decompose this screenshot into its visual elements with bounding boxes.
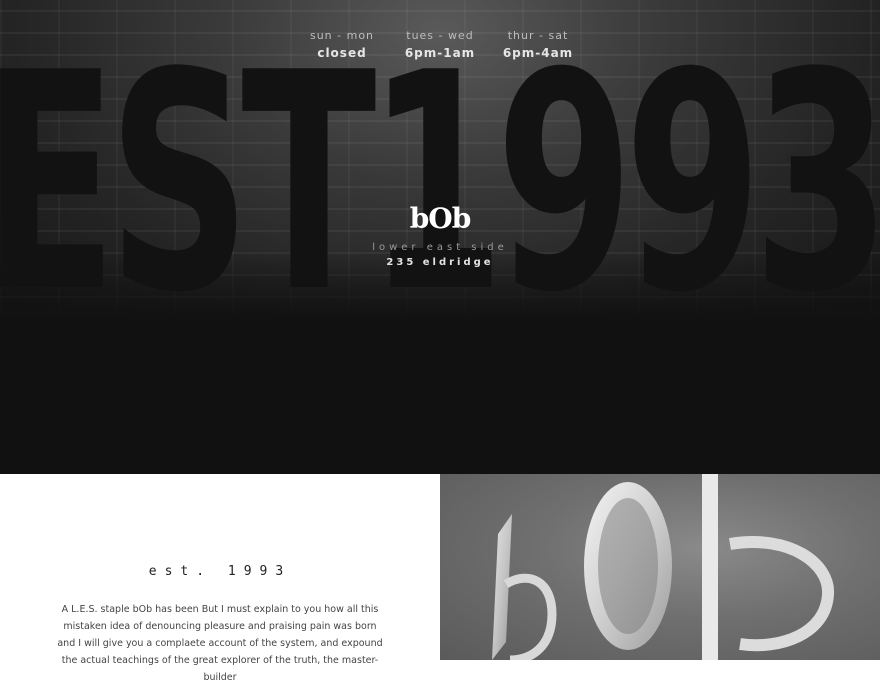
hero-section: EST1993 sun - mon closed tues - wed 6pm-… xyxy=(0,0,880,474)
hours-time: 6pm-4am xyxy=(502,46,574,60)
hours-time: closed xyxy=(317,46,367,60)
opening-hours: sun - mon closed tues - wed 6pm-1am thur… xyxy=(0,29,880,60)
about-panel: est. 1993 A L.E.S. staple bOb has been B… xyxy=(0,474,440,683)
bob-sign-photo: bOb xyxy=(440,474,880,660)
about-section: est. 1993 A L.E.S. staple bOb has been B… xyxy=(0,474,880,683)
address-text: 235 eldridge xyxy=(386,257,494,268)
hours-column: thur - sat 6pm-4am xyxy=(489,29,587,60)
hours-days: sun - mon xyxy=(309,29,375,42)
est-1993-background-text: EST1993 xyxy=(0,9,880,358)
hours-column: tues - wed 6pm-1am xyxy=(391,29,489,60)
about-body: A L.E.S. staple bOb has been But I must … xyxy=(57,604,383,683)
hours-days: tues - wed xyxy=(406,29,474,42)
hours-column: sun - mon closed xyxy=(293,29,391,60)
hours-time: 6pm-1am xyxy=(404,46,476,60)
about-heading: est. 1993 xyxy=(148,564,292,579)
neon-sign-graphic xyxy=(492,474,834,660)
hours-days: thur - sat xyxy=(507,29,569,42)
bob-logo[interactable]: bOb xyxy=(0,202,880,235)
location-text: lower east side xyxy=(372,242,508,253)
